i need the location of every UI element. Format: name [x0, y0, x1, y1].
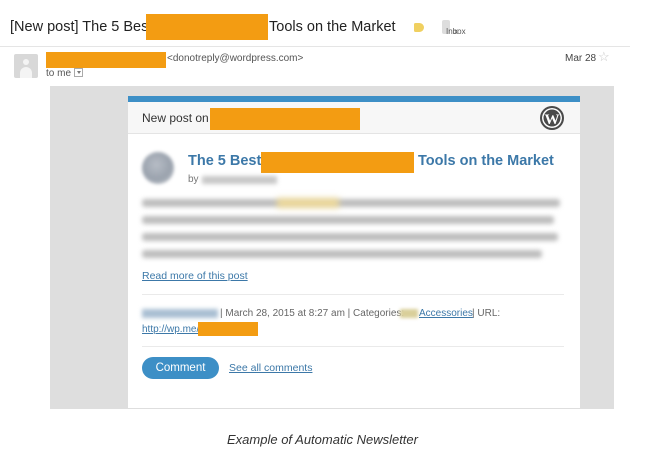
subject-redaction [146, 14, 268, 40]
title-redaction [261, 152, 414, 173]
comment-button[interactable]: Comment [142, 357, 219, 379]
by-label: by [188, 174, 199, 185]
figure-caption: Example of Automatic Newsletter [227, 432, 418, 447]
see-all-comments-link[interactable]: See all comments [229, 362, 312, 374]
header-divider [0, 46, 630, 47]
email-date: Mar 28 [565, 53, 597, 64]
site-name-redaction [210, 108, 360, 130]
sender-name-redaction [46, 52, 166, 68]
newsletter-card: New post on W The 5 Best Tools on the Ma… [128, 96, 580, 408]
subject-suffix: Tools on the Market [269, 19, 396, 35]
inbox-label-badge[interactable]: Inbox x [442, 20, 466, 36]
remove-label-icon[interactable]: x [454, 25, 458, 39]
star-icon[interactable]: ☆ [598, 50, 610, 63]
post-title-suffix: Tools on the Market [418, 153, 554, 169]
author-link-blurred[interactable] [142, 309, 218, 318]
author-name-blurred [202, 176, 277, 184]
card-header: New post on W [128, 102, 580, 134]
short-url-link[interactable]: http://wp.me/ [142, 324, 199, 335]
new-post-label: New post on [142, 111, 209, 125]
wordpress-logo-icon[interactable]: W [540, 106, 564, 130]
recipient-line[interactable]: to me [46, 67, 84, 79]
post-excerpt-blurred [142, 198, 562, 267]
divider [142, 346, 564, 347]
label-tag-icon[interactable] [414, 23, 424, 32]
post-meta: | March 28, 2015 at 8:27 am | Categories… [220, 308, 405, 319]
url-label: | URL: [472, 308, 501, 319]
recipient-label: to me [46, 68, 72, 79]
author-avatar [142, 152, 174, 184]
subject-prefix: [New post] The 5 Best [10, 19, 153, 35]
recipient-dropdown-icon[interactable] [74, 67, 84, 77]
sender-email: <donotreply@wordpress.com> [167, 53, 304, 64]
post-title-prefix: The 5 Best [188, 153, 262, 169]
category-link[interactable]: Accessories [419, 308, 473, 319]
sender-avatar [14, 54, 38, 78]
read-more-link[interactable]: Read more of this post [142, 270, 248, 282]
email-subject: [New post] The 5 Best Tools on the Marke… [10, 14, 570, 42]
divider [142, 294, 564, 295]
category-blurred[interactable] [400, 309, 418, 318]
url-redaction [198, 322, 258, 336]
